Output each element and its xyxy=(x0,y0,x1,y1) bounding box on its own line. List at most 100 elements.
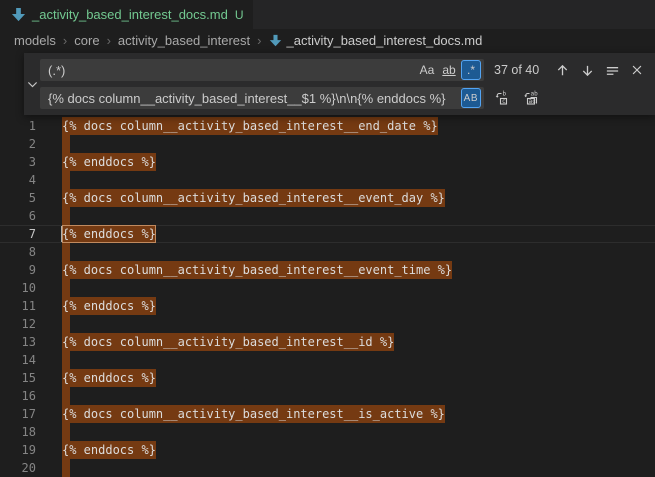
editor-line[interactable]: 2 xyxy=(0,135,655,153)
line-number[interactable]: 20 xyxy=(0,459,36,477)
line-content[interactable] xyxy=(62,423,70,441)
svg-text:ac: ac xyxy=(529,98,537,105)
line-content[interactable]: {% enddocs %} xyxy=(62,153,156,171)
line-number[interactable]: 6 xyxy=(0,207,36,225)
line-content[interactable] xyxy=(62,351,70,369)
line-content[interactable] xyxy=(62,135,70,153)
line-number[interactable]: 9 xyxy=(0,261,36,279)
editor-line[interactable]: 15 {% enddocs %} xyxy=(0,369,655,387)
next-match-button[interactable] xyxy=(576,59,598,81)
editor-line[interactable]: 19 {% enddocs %} xyxy=(0,441,655,459)
breadcrumb-file[interactable]: _activity_based_interest_docs.md xyxy=(287,33,483,48)
editor-line[interactable]: 13 {% docs column__activity_based_interes… xyxy=(0,333,655,351)
find-in-selection-button[interactable] xyxy=(601,59,623,81)
editor-line[interactable]: 3 {% enddocs %} xyxy=(0,153,655,171)
results-count: 37 of 40 xyxy=(494,63,539,77)
replace-all-button[interactable]: ab ac xyxy=(520,87,542,109)
find-match-highlight-empty xyxy=(62,135,70,153)
whole-word-button[interactable]: ab xyxy=(439,60,459,80)
line-number[interactable]: 5 xyxy=(0,189,36,207)
breadcrumb: models › core › activity_based_interest … xyxy=(0,29,655,51)
preserve-case-button[interactable]: AB xyxy=(461,88,481,108)
editor-line[interactable]: 4 xyxy=(0,171,655,189)
chevron-down-icon xyxy=(27,79,38,90)
replace-inputbox: AB xyxy=(40,87,484,109)
replace-button[interactable]: b c xyxy=(491,87,513,109)
find-match-highlight-empty xyxy=(62,243,70,261)
line-number[interactable]: 18 xyxy=(0,423,36,441)
line-number[interactable]: 1 xyxy=(0,117,36,135)
editor-line[interactable]: 18 xyxy=(0,423,655,441)
line-number[interactable]: 10 xyxy=(0,279,36,297)
find-match-highlight-empty xyxy=(62,171,70,189)
breadcrumb-item[interactable]: activity_based_interest xyxy=(118,33,250,48)
line-number[interactable]: 19 xyxy=(0,441,36,459)
line-content[interactable] xyxy=(62,279,70,297)
find-match-highlight-empty xyxy=(62,315,70,333)
editor-line[interactable]: 11 {% enddocs %} xyxy=(0,297,655,315)
line-number[interactable]: 11 xyxy=(0,297,36,315)
editor-line[interactable]: 17 {% docs column__activity_based_interes… xyxy=(0,405,655,423)
text-cursor xyxy=(61,226,62,242)
line-content[interactable]: {% docs column__activity_based_interest_… xyxy=(62,117,438,135)
line-number[interactable]: 13 xyxy=(0,333,36,351)
line-content[interactable]: {% enddocs %} xyxy=(62,225,156,243)
line-number[interactable]: 17 xyxy=(0,405,36,423)
line-content[interactable]: {% enddocs %} xyxy=(62,441,156,459)
regex-button[interactable]: .* xyxy=(461,60,481,80)
replace-input[interactable] xyxy=(40,87,461,109)
markdown-file-icon xyxy=(11,7,26,22)
editor-line[interactable]: 14 xyxy=(0,351,655,369)
line-content[interactable] xyxy=(62,171,70,189)
line-number[interactable]: 14 xyxy=(0,351,36,369)
line-content[interactable] xyxy=(62,459,70,477)
find-match-highlight-empty xyxy=(62,207,70,225)
find-match-highlight-empty xyxy=(62,351,70,369)
breadcrumb-item[interactable]: core xyxy=(74,33,99,48)
previous-match-button[interactable] xyxy=(551,59,573,81)
line-content[interactable]: {% docs column__activity_based_interest_… xyxy=(62,261,452,279)
editor-line[interactable]: 20 xyxy=(0,459,655,477)
editor-line[interactable]: 1 {% docs column__activity_based_interest… xyxy=(0,117,655,135)
line-content[interactable] xyxy=(62,387,70,405)
line-number[interactable]: 2 xyxy=(0,135,36,153)
line-content[interactable]: {% docs column__activity_based_interest_… xyxy=(62,405,445,423)
toggle-replace-button[interactable] xyxy=(24,53,40,115)
replace-icon: b c xyxy=(494,90,510,106)
arrow-up-icon xyxy=(555,63,570,78)
editor-line[interactable]: 5 {% docs column__activity_based_interest… xyxy=(0,189,655,207)
line-content[interactable]: {% enddocs %} xyxy=(62,297,156,315)
line-content[interactable]: {% docs column__activity_based_interest_… xyxy=(62,189,445,207)
line-content[interactable]: {% enddocs %} xyxy=(62,369,156,387)
editor-line[interactable]: 12 xyxy=(0,315,655,333)
match-case-button[interactable]: Aa xyxy=(417,60,437,80)
editor-line[interactable]: 6 xyxy=(0,207,655,225)
close-find-button[interactable] xyxy=(626,59,648,81)
line-content[interactable]: {% docs column__activity_based_interest_… xyxy=(62,333,394,351)
line-number[interactable]: 8 xyxy=(0,243,36,261)
svg-text:c: c xyxy=(502,98,506,105)
find-match-highlight: {% docs column__activity_based_interest_… xyxy=(62,405,445,423)
line-number[interactable]: 3 xyxy=(0,153,36,171)
chevron-right-icon: › xyxy=(107,33,111,48)
line-content[interactable] xyxy=(62,207,70,225)
line-content[interactable] xyxy=(62,315,70,333)
active-tab[interactable]: _activity_based_interest_docs.md U xyxy=(0,0,253,29)
line-number[interactable]: 7 xyxy=(0,225,36,243)
breadcrumb-item[interactable]: models xyxy=(14,33,56,48)
line-number[interactable]: 15 xyxy=(0,369,36,387)
find-match-highlight-empty xyxy=(62,279,70,297)
editor-line[interactable]: 10 xyxy=(0,279,655,297)
chevron-right-icon: › xyxy=(63,33,67,48)
line-number[interactable]: 4 xyxy=(0,171,36,189)
line-number[interactable]: 12 xyxy=(0,315,36,333)
editor-line[interactable]: 9 {% docs column__activity_based_interest… xyxy=(0,261,655,279)
line-number[interactable]: 16 xyxy=(0,387,36,405)
editor-line[interactable]: 8 xyxy=(0,243,655,261)
editor-line[interactable]: 16 xyxy=(0,387,655,405)
find-input[interactable] xyxy=(40,59,417,81)
editor-line[interactable]: 7 {% enddocs %} xyxy=(0,225,655,243)
line-content[interactable] xyxy=(62,243,70,261)
replace-all-icon: ab ac xyxy=(523,90,539,106)
svg-text:ab: ab xyxy=(531,91,539,98)
